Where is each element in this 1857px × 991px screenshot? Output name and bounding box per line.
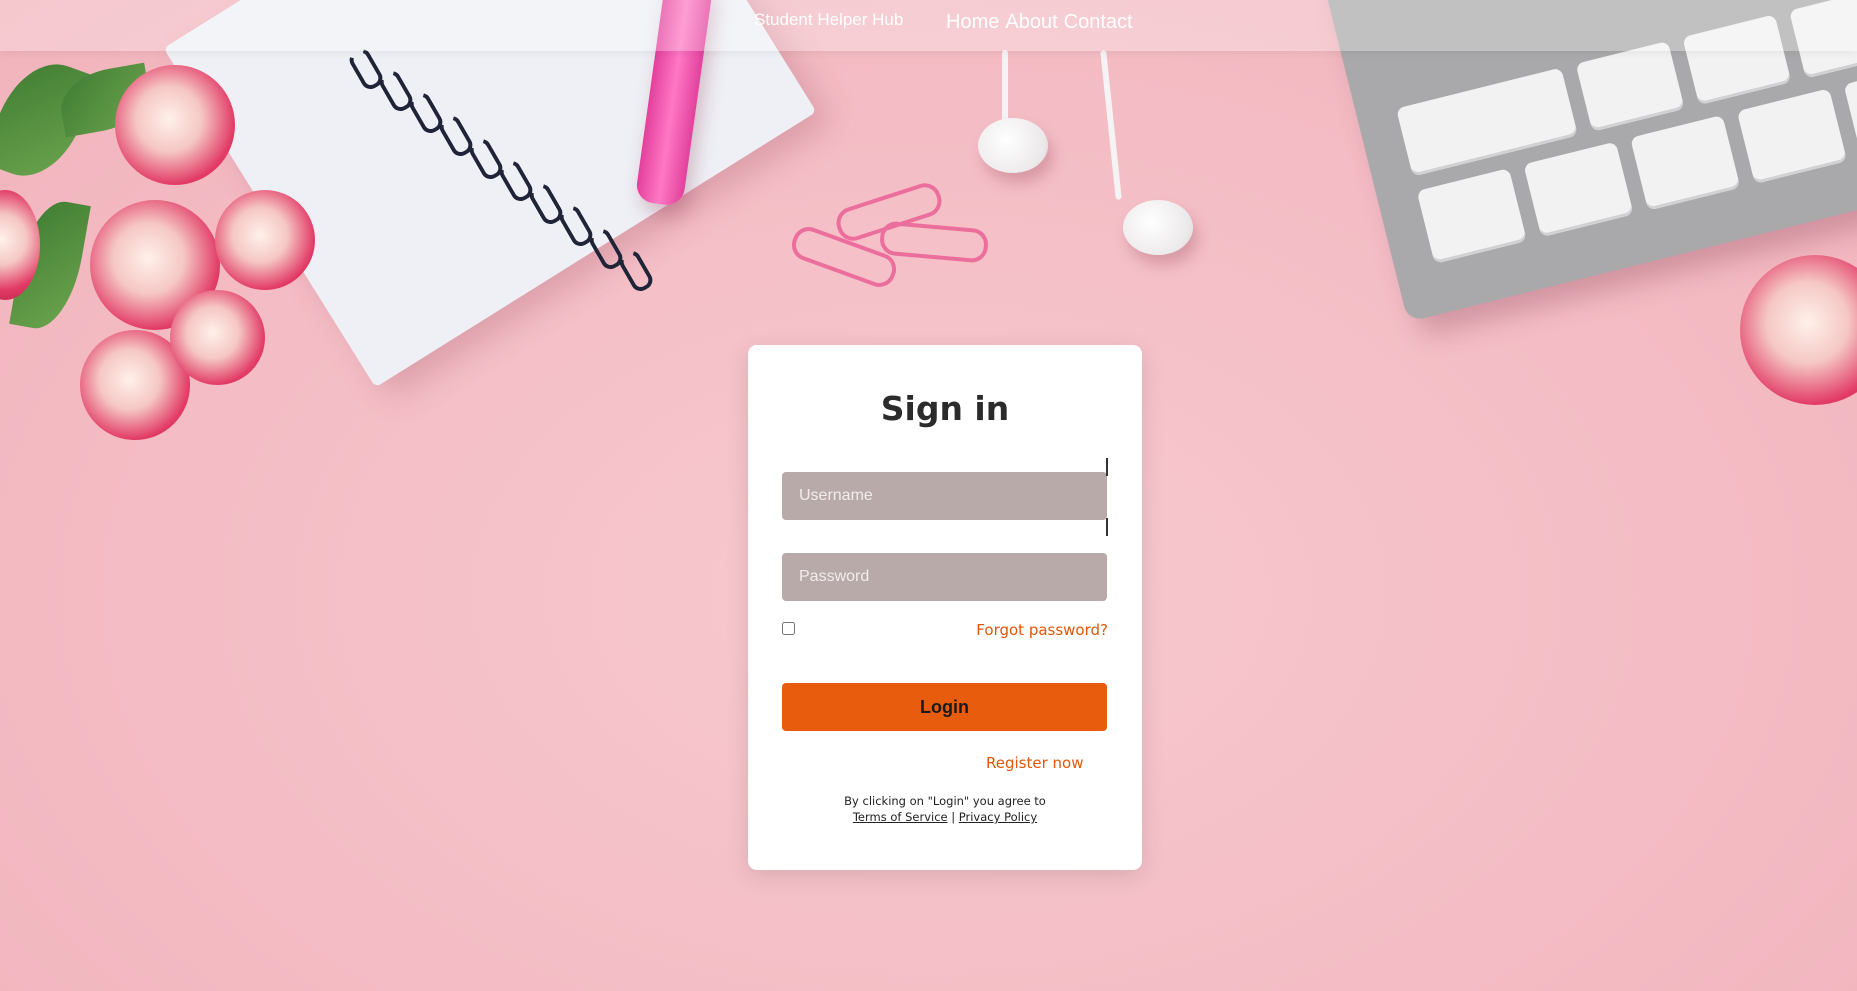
top-navigation-bar: Student Helper Hub Home About Contact [0, 0, 1857, 51]
terms-of-service-link[interactable]: Terms of Service [853, 810, 948, 824]
username-input[interactable] [782, 472, 1107, 520]
login-button[interactable]: Login [782, 683, 1107, 731]
forgot-password-link[interactable]: Forgot password? [976, 621, 1108, 639]
text-cursor-bottom [1106, 518, 1108, 536]
sign-in-title: Sign in [880, 389, 1010, 428]
sign-in-card: Sign in Forgot password? Login Register … [748, 345, 1142, 870]
terms-notice: By clicking on "Login" you agree to Term… [748, 793, 1142, 825]
remember-me-checkbox[interactable] [782, 622, 795, 635]
rose-right-illustration [1740, 255, 1857, 405]
brand-title[interactable]: Student Helper Hub [754, 10, 903, 30]
terms-prefix-text: By clicking on "Login" you agree to [844, 794, 1046, 808]
privacy-policy-link[interactable]: Privacy Policy [959, 810, 1037, 824]
nav-link-about[interactable]: About [1005, 11, 1057, 34]
text-cursor-top [1106, 458, 1108, 476]
password-input[interactable] [782, 553, 1107, 601]
register-now-link[interactable]: Register now [986, 754, 1083, 772]
nav-link-home[interactable]: Home [946, 11, 999, 34]
nav-link-contact[interactable]: Contact [1064, 11, 1133, 34]
nav-links: Home About Contact [946, 11, 1133, 34]
terms-separator: | [951, 810, 956, 824]
